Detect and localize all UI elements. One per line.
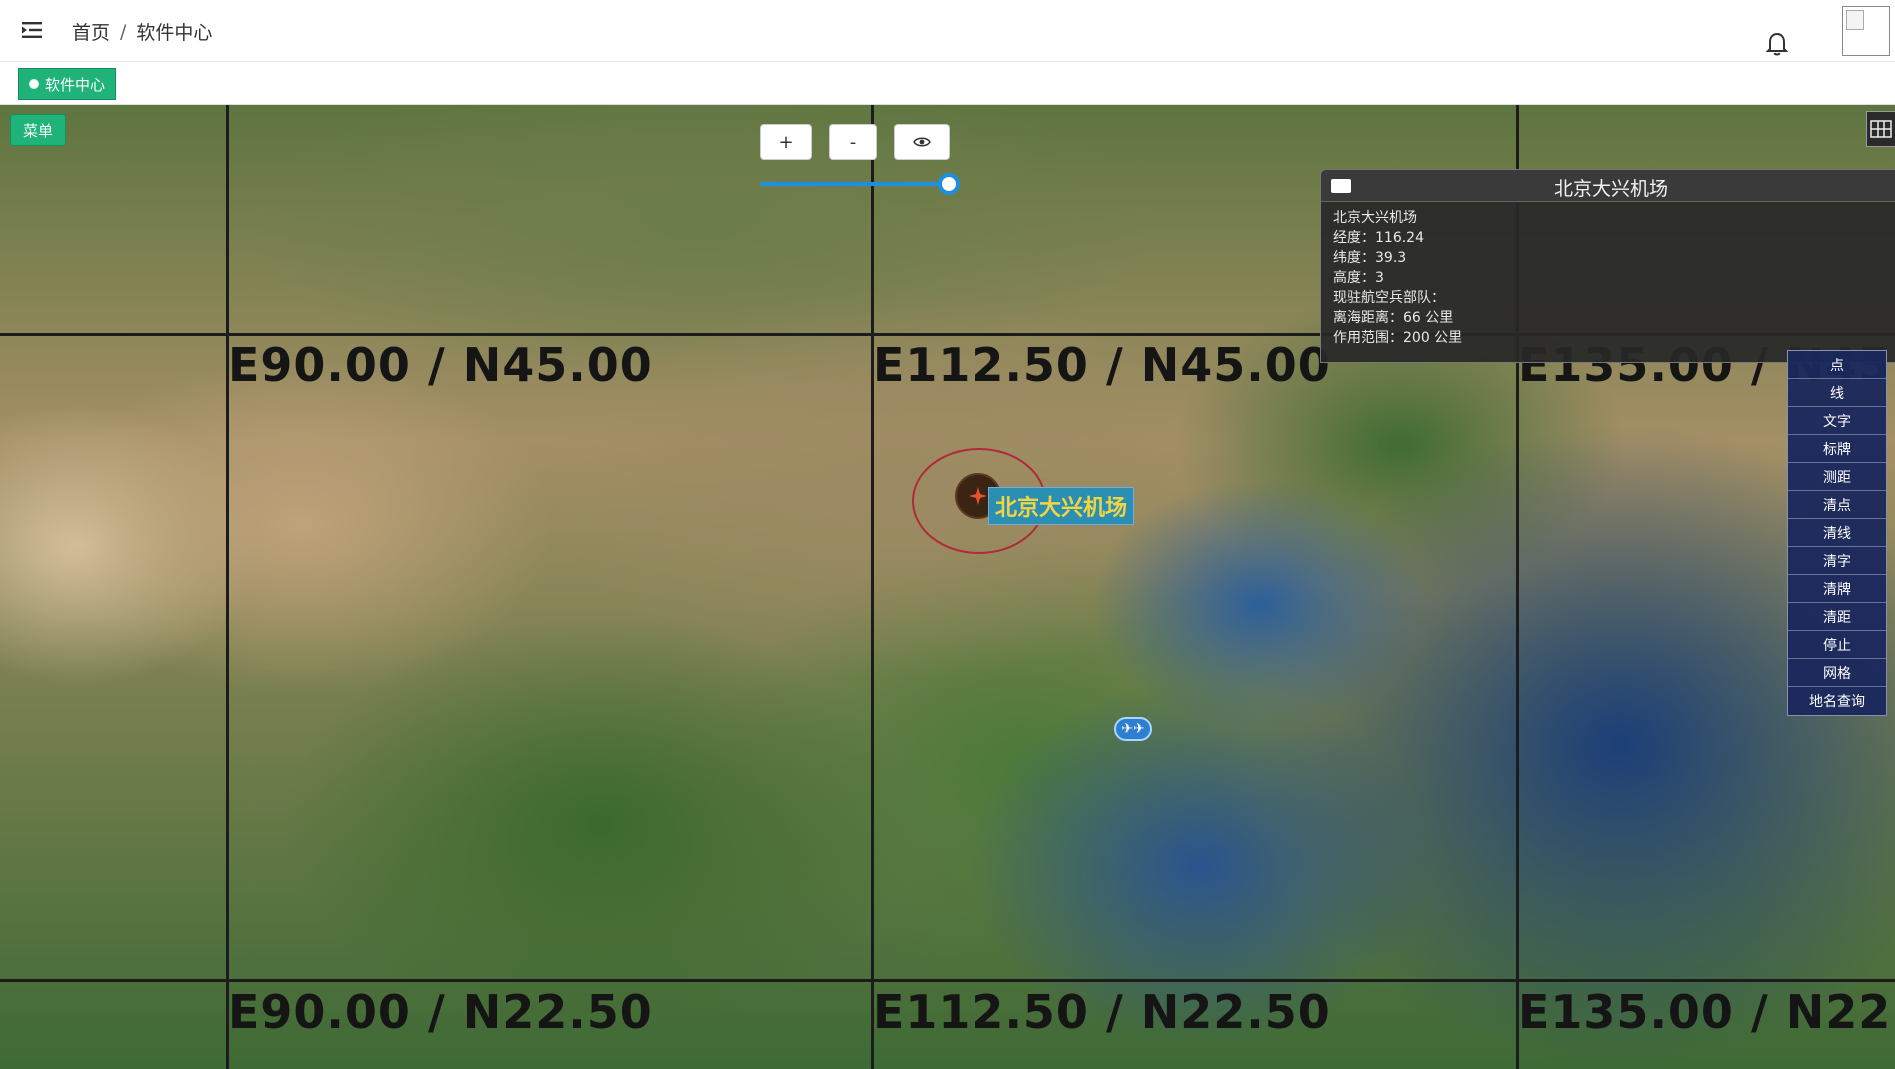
grid-label: E90.00 / N22.50 [228,985,653,1039]
grid-line [226,105,229,1069]
map-view[interactable]: E90.00 / N45.00 E112.50 / N45.00 E135.00… [0,105,1895,1069]
tool-grid[interactable]: 网格 [1788,659,1886,687]
popup-range: 作用范围：200 公里 [1333,330,1463,346]
tool-text[interactable]: 文字 [1788,407,1886,435]
grid-line [0,979,1895,982]
tool-measure[interactable]: 测距 [1788,463,1886,491]
tool-clear-points[interactable]: 清点 [1788,491,1886,519]
tab-strip: 软件中心 [0,63,1895,105]
popup-sea-distance: 离海距离：66 公里 [1333,310,1454,326]
tool-clear-measure[interactable]: 清距 [1788,603,1886,631]
tool-clear-lines[interactable]: 清线 [1788,519,1886,547]
top-header: 首页 / 软件中心 [0,0,1895,62]
layers-grid-icon[interactable] [1866,111,1895,147]
airport-marker-label[interactable]: 北京大兴机场 [988,487,1135,525]
grid-label: E135.00 / N22.50 [1518,985,1895,1039]
grid-line [871,105,874,1069]
breadcrumb-home[interactable]: 首页 [72,18,110,45]
info-popup: 北京大兴机场 北京大兴机场 经度：116.24 纬度：39.3 高度：3 现驻航… [1320,169,1895,363]
tab-active-dot-icon [29,79,39,89]
tool-stop[interactable]: 停止 [1788,631,1886,659]
map-menu-button[interactable]: 菜单 [10,114,66,146]
tool-clear-text[interactable]: 清字 [1788,547,1886,575]
popup-name: 北京大兴机场 [1333,210,1417,226]
tool-label[interactable]: 标牌 [1788,435,1886,463]
eye-icon [913,137,931,147]
visibility-toggle-button[interactable] [894,124,950,160]
aircraft-carrier-icon[interactable]: ✈✈ [1114,717,1152,741]
notification-bell-icon[interactable] [1762,28,1792,58]
grid-label: E112.50 / N45.00 [873,338,1331,392]
opacity-slider-track[interactable] [760,182,950,186]
popup-header: 北京大兴机场 [1321,170,1895,202]
popup-altitude: 高度：3 [1333,270,1384,286]
tab-label: 软件中心 [45,75,106,94]
tool-place-search[interactable]: 地名查询 [1788,687,1886,715]
user-avatar[interactable] [1842,6,1890,56]
breadcrumb: 首页 / 软件中心 [72,18,212,45]
tool-point[interactable]: 点 [1788,351,1886,379]
menu-toggle-icon[interactable] [20,18,44,42]
tool-clear-labels[interactable]: 清牌 [1788,575,1886,603]
zoom-out-button[interactable]: - [829,124,877,160]
opacity-slider-handle[interactable] [938,173,960,195]
popup-unit: 现驻航空兵部队： [1333,290,1445,306]
grid-label: E90.00 / N45.00 [228,338,653,392]
popup-body: 北京大兴机场 经度：116.24 纬度：39.3 高度：3 现驻航空兵部队： 离… [1321,202,1895,354]
popup-latitude: 纬度：39.3 [1333,250,1407,266]
grid-label: E112.50 / N22.50 [873,985,1331,1039]
popup-longitude: 经度：116.24 [1333,230,1424,246]
tab-software-center[interactable]: 软件中心 [18,68,117,100]
breadcrumb-current: 软件中心 [136,22,213,44]
zoom-in-button[interactable]: + [760,124,812,160]
airplane-icon [969,487,987,505]
breadcrumb-separator: / [120,20,127,43]
draw-tools-panel: 点 线 文字 标牌 测距 清点 清线 清字 清牌 清距 停止 网格 地名查询 [1787,350,1887,716]
broken-image-icon [1846,10,1864,30]
popup-title: 北京大兴机场 [1553,178,1668,200]
tool-line[interactable]: 线 [1788,379,1886,407]
